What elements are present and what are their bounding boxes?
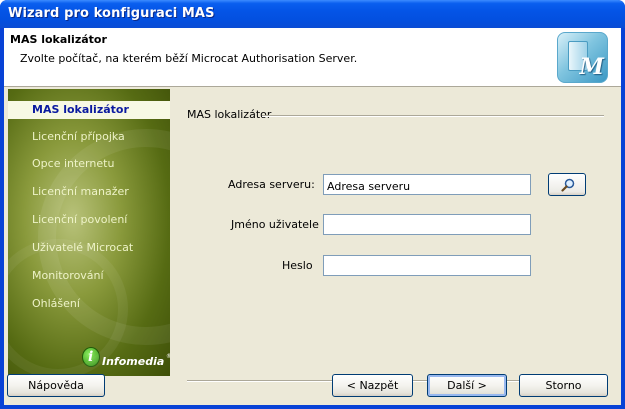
- step-ohlaseni: Ohlášení: [32, 297, 80, 310]
- step-licencni-manazer: Licenční manažer: [32, 185, 129, 198]
- step-opce-internetu: Opce internetu: [32, 157, 115, 170]
- server-address-label: Adresa serveru:: [228, 178, 315, 191]
- wizard-steps-sidebar: MAS lokalizátor Licenční přípojka Opce i…: [8, 89, 170, 376]
- back-button[interactable]: < Nazpět: [332, 374, 413, 397]
- wizard-page-content: MAS lokalizátor Adresa serveru: Jméno už…: [170, 89, 621, 382]
- step-uzivatele-microcat: Uživatelé Microcat: [32, 241, 134, 254]
- window-frame-right: [621, 28, 625, 409]
- cancel-button[interactable]: Storno: [519, 374, 608, 397]
- title-bar[interactable]: Wizard pro konfiguraci MAS: [0, 0, 625, 28]
- infomedia-logo-text: Infomedia: [102, 355, 165, 368]
- next-button[interactable]: Další >: [427, 374, 507, 397]
- magnifier-icon: [561, 178, 575, 192]
- group-divider: [262, 115, 604, 117]
- mas-server-icon: M: [557, 32, 608, 83]
- step-mas-lokalizator: MAS lokalizátor: [32, 103, 129, 116]
- browse-server-button[interactable]: [548, 173, 586, 196]
- step-licencni-povoleni: Licenční povolení: [32, 213, 128, 226]
- group-label: MAS lokalizátor: [187, 108, 272, 121]
- wizard-window: Wizard pro konfiguraci MAS MAS lokalizát…: [0, 0, 625, 409]
- window-title: Wizard pro konfiguraci MAS: [8, 6, 215, 21]
- header-title: MAS lokalizátor: [10, 33, 107, 46]
- wizard-header: MAS lokalizátor Zvolte počítač, na které…: [4, 28, 621, 87]
- username-input[interactable]: [323, 214, 531, 235]
- password-input[interactable]: [323, 255, 531, 276]
- wizard-client-area: MAS lokalizátor Zvolte počítač, na které…: [4, 28, 621, 405]
- header-subtitle: Zvolte počítač, na kterém běží Microcat …: [20, 52, 358, 65]
- help-button[interactable]: Nápověda: [7, 374, 105, 397]
- username-label: Jméno uživatele: [231, 218, 319, 231]
- server-address-input[interactable]: [323, 174, 531, 195]
- step-monitorovani: Monitorování: [32, 269, 104, 282]
- step-licencni-pripojka: Licenční přípojka: [32, 130, 125, 143]
- infomedia-i-icon: i: [82, 347, 100, 367]
- window-frame-left: [0, 28, 4, 409]
- window-frame-bottom: [0, 405, 625, 409]
- password-label: Heslo: [282, 259, 313, 272]
